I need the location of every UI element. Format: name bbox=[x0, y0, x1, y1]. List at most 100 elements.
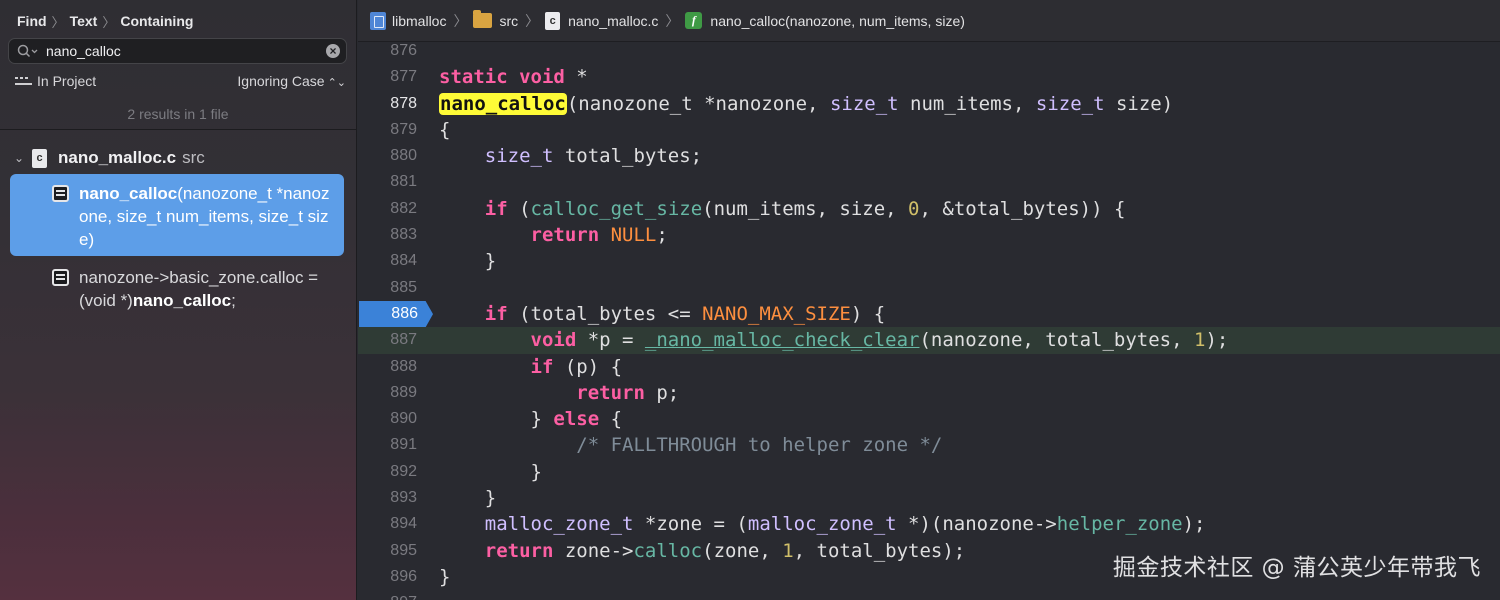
line-number[interactable]: 881 bbox=[358, 169, 417, 195]
code-keyword: if bbox=[484, 302, 508, 325]
line-number[interactable]: 884 bbox=[358, 248, 417, 274]
code-keyword: else bbox=[553, 408, 600, 431]
code-token: (p) { bbox=[553, 355, 623, 378]
code-line[interactable]: 897 bbox=[358, 590, 1500, 600]
code-line[interactable]: 887 void *p = _nano_malloc_check_clear(n… bbox=[358, 327, 1500, 354]
search-field[interactable]: × bbox=[8, 38, 347, 64]
case-sensitivity-popup[interactable]: Ignoring Case ⌃⌄ bbox=[237, 73, 346, 89]
code-line[interactable]: 879 { bbox=[358, 117, 1500, 143]
code-text: size_t total_bytes; bbox=[439, 143, 702, 169]
line-number[interactable]: 893 bbox=[358, 485, 417, 511]
line-number[interactable]: 877 bbox=[358, 64, 417, 90]
code-line[interactable]: 881 bbox=[358, 169, 1500, 195]
line-number[interactable]: 895 bbox=[358, 538, 417, 564]
code-type: size_t bbox=[829, 92, 899, 115]
code-line-icon bbox=[52, 185, 69, 202]
code-line[interactable]: 891 /* FALLTHROUGH to helper zone */ bbox=[358, 432, 1500, 458]
line-number[interactable]: 882 bbox=[358, 196, 417, 222]
line-number[interactable]: 883 bbox=[358, 222, 417, 248]
code-function: calloc_get_size bbox=[530, 197, 703, 220]
line-number[interactable]: 889 bbox=[358, 380, 417, 406]
code-keyword: return bbox=[484, 539, 554, 562]
code-token: } bbox=[439, 487, 497, 510]
line-number[interactable]: 890 bbox=[358, 406, 417, 432]
code-token: * bbox=[564, 66, 588, 89]
code-line[interactable]: 882 if (calloc_get_size(num_items, size,… bbox=[358, 196, 1500, 222]
line-number[interactable]: 885 bbox=[358, 275, 417, 301]
line-number[interactable]: 887 bbox=[358, 327, 417, 353]
scope-icon bbox=[15, 76, 32, 85]
code-line[interactable]: 878 nano_calloc(nanozone_t *nanozone, siz… bbox=[358, 91, 1500, 117]
scope-selector[interactable]: In Project bbox=[15, 73, 96, 89]
find-mode-type[interactable]: Text bbox=[70, 13, 98, 29]
code-line[interactable]: 877 static void * bbox=[358, 64, 1500, 90]
search-result-item[interactable]: nanozone->basic_zone.calloc = (void *)na… bbox=[10, 258, 344, 318]
code-text: } bbox=[439, 564, 450, 590]
result-file-group[interactable]: ⌄ c nano_malloc.c src bbox=[14, 147, 205, 169]
result-match: nano_calloc bbox=[79, 184, 178, 203]
code-line[interactable]: 885 bbox=[358, 275, 1500, 301]
code-line[interactable]: 889 return p; bbox=[358, 380, 1500, 406]
code-line[interactable]: 893 } bbox=[358, 485, 1500, 511]
disclosure-chevron-icon[interactable]: ⌄ bbox=[14, 151, 32, 165]
result-context: ; bbox=[231, 291, 236, 310]
code-token: *)(nanozone-> bbox=[896, 513, 1057, 536]
line-number[interactable]: 897 bbox=[358, 590, 417, 600]
code-type: size_t bbox=[1035, 92, 1105, 115]
code-line[interactable]: 876 bbox=[358, 38, 1500, 64]
jumpbar-folder[interactable]: src 〉 bbox=[473, 10, 545, 31]
code-line[interactable]: 894 malloc_zone_t *zone = (malloc_zone_t… bbox=[358, 511, 1500, 537]
code-token: } bbox=[439, 408, 554, 431]
code-text: static void * bbox=[439, 64, 588, 90]
code-number: 1 bbox=[1194, 329, 1206, 352]
chevron-right-icon: 〉 bbox=[665, 12, 680, 29]
code-line[interactable]: 883 return NULL; bbox=[358, 222, 1500, 248]
code-line[interactable]: 884 } bbox=[358, 248, 1500, 274]
search-match-highlight: nano_calloc bbox=[439, 92, 567, 115]
line-number[interactable]: 879 bbox=[358, 117, 417, 143]
jumpbar-project[interactable]: libmalloc 〉 bbox=[370, 11, 473, 31]
source-editor: libmalloc 〉 src 〉 c nano_malloc.c 〉 f na… bbox=[358, 0, 1500, 600]
folder-name: src bbox=[499, 12, 519, 29]
case-mode-label: Ignoring Case bbox=[237, 73, 325, 89]
folder-icon bbox=[473, 10, 493, 28]
search-result-item[interactable]: nano_calloc(nanozone_t *nanozone, size_t… bbox=[10, 174, 344, 256]
jumpbar-file[interactable]: c nano_malloc.c 〉 bbox=[545, 11, 685, 31]
line-number[interactable]: 880 bbox=[358, 143, 417, 169]
code-line[interactable]: 888 if (p) { bbox=[358, 354, 1500, 380]
breakpoint-marker[interactable]: 886 bbox=[359, 300, 433, 328]
search-input[interactable] bbox=[46, 42, 316, 60]
line-number[interactable]: 888 bbox=[358, 354, 417, 380]
code-macro: NULL bbox=[610, 224, 657, 247]
code-keyword: void bbox=[519, 66, 565, 89]
code-number: 1 bbox=[782, 539, 794, 562]
code-line[interactable]: 890 } else { bbox=[358, 406, 1500, 432]
line-number[interactable]: 891 bbox=[358, 432, 417, 458]
code-token: *zone = ( bbox=[633, 513, 748, 536]
line-number[interactable]: 876 bbox=[358, 38, 417, 64]
function-signature: nano_calloc(nanozone, num_items, size) bbox=[710, 12, 965, 29]
code-area[interactable]: 876 877 static void * 878 nano_calloc(nanozo… bbox=[358, 38, 1500, 600]
line-number[interactable]: 892 bbox=[358, 459, 417, 485]
magnifier-icon[interactable] bbox=[17, 44, 39, 63]
code-line[interactable]: 886 if (total_bytes <= NANO_MAX_SIZE) { bbox=[358, 300, 1500, 328]
clear-icon[interactable]: × bbox=[326, 44, 340, 58]
find-mode-action[interactable]: Find bbox=[17, 13, 47, 29]
jumpbar-function[interactable]: f nano_calloc(nanozone, num_items, size) bbox=[685, 12, 965, 29]
code-token: } bbox=[439, 460, 542, 483]
code-line[interactable]: 880 size_t total_bytes; bbox=[358, 143, 1500, 169]
function-icon: f bbox=[685, 12, 703, 29]
code-token: (zone, bbox=[702, 539, 783, 562]
code-text: malloc_zone_t *zone = (malloc_zone_t *)(… bbox=[439, 511, 1206, 537]
code-text: if (p) { bbox=[439, 354, 623, 380]
result-snippet: nanozone->basic_zone.calloc = (void *)na… bbox=[79, 266, 334, 312]
find-mode-breadcrumb[interactable]: Find 〉 Text 〉 Containing bbox=[17, 12, 193, 30]
line-number[interactable]: 894 bbox=[358, 511, 417, 537]
line-number[interactable]: 878 bbox=[358, 91, 417, 117]
code-line[interactable]: 892 } bbox=[358, 459, 1500, 485]
line-number[interactable]: 896 bbox=[358, 564, 417, 590]
find-mode-match[interactable]: Containing bbox=[120, 13, 193, 29]
